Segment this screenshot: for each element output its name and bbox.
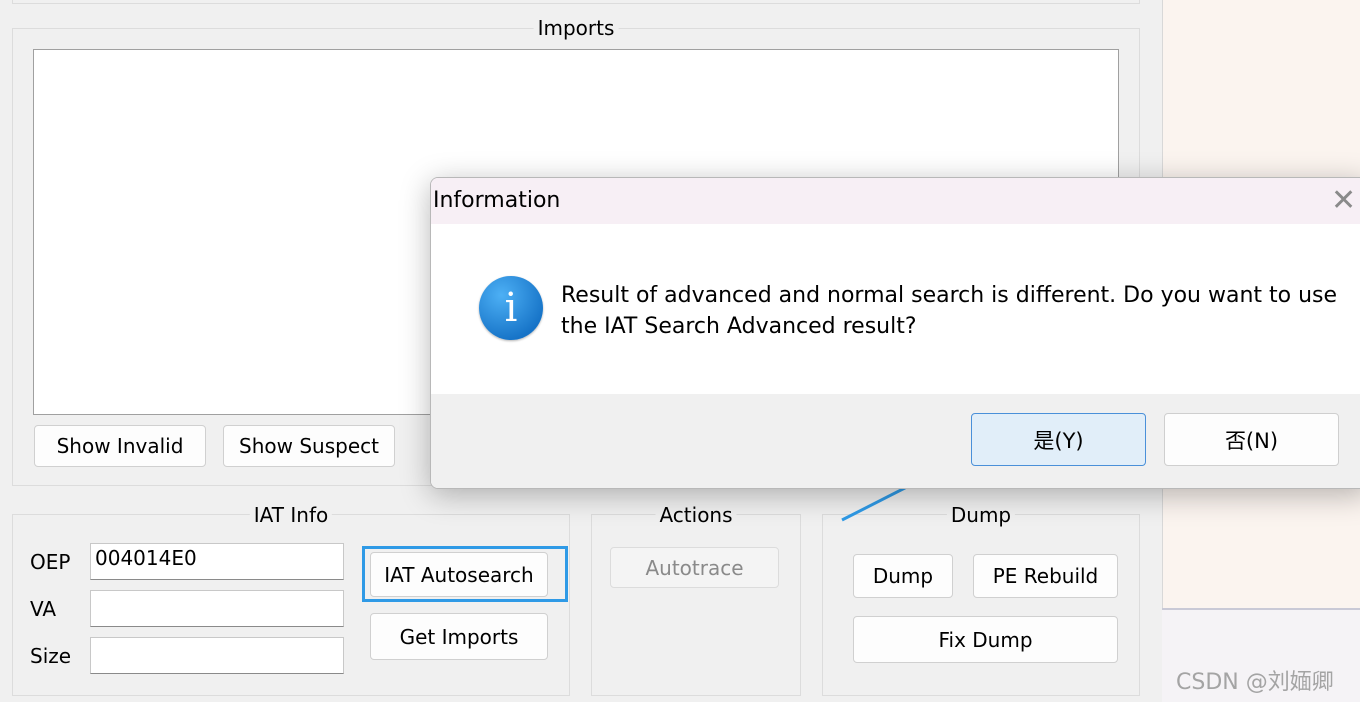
- watermark: CSDN @刘媔卿: [1176, 670, 1334, 695]
- dialog-message: Result of advanced and normal search is …: [561, 283, 1338, 339]
- oep-label: OEP: [30, 550, 71, 574]
- pe-rebuild-button[interactable]: PE Rebuild: [973, 554, 1118, 598]
- imports-title: Imports: [533, 16, 619, 40]
- va-label: VA: [30, 597, 57, 621]
- dialog-titlebar: Information ✕: [431, 178, 1360, 224]
- show-suspect-button[interactable]: Show Suspect: [223, 425, 395, 467]
- actions-title: Actions: [655, 503, 737, 527]
- actions-group: [591, 514, 801, 696]
- get-imports-button[interactable]: Get Imports: [370, 613, 548, 660]
- close-icon[interactable]: ✕: [1331, 186, 1356, 216]
- information-dialog: Information ✕ i Result of advanced and n…: [430, 177, 1360, 489]
- show-invalid-button[interactable]: Show Invalid: [34, 425, 206, 467]
- iat-info-title: IAT Info: [249, 503, 333, 527]
- yes-button[interactable]: 是(Y): [971, 413, 1146, 466]
- va-field[interactable]: [90, 590, 344, 627]
- oep-field[interactable]: 004014E0: [90, 543, 344, 580]
- iat-autosearch-button[interactable]: IAT Autosearch: [370, 552, 548, 597]
- dump-button[interactable]: Dump: [853, 554, 953, 598]
- dialog-title: Information: [433, 188, 561, 213]
- size-label: Size: [30, 644, 72, 668]
- top-group-edge: [12, 0, 1140, 4]
- info-icon: i: [479, 276, 543, 340]
- dump-group: [822, 514, 1140, 696]
- no-button[interactable]: 否(N): [1164, 413, 1339, 466]
- fix-dump-button[interactable]: Fix Dump: [853, 616, 1118, 663]
- autotrace-button[interactable]: Autotrace: [610, 547, 779, 588]
- size-field[interactable]: [90, 637, 344, 674]
